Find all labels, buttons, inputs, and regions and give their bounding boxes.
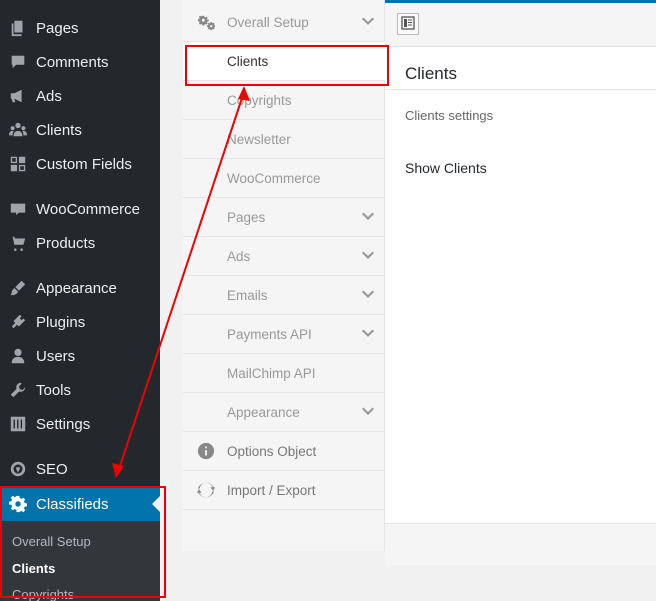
pages-icon [0,19,36,37]
tab-label: WooCommerce [227,170,321,186]
tab-clients[interactable]: Clients [183,42,385,81]
submenu-item-overall-setup[interactable]: Overall Setup [12,534,91,549]
cart-icon [0,234,36,252]
submenu-item-copyrights[interactable]: Copyrights [12,587,74,601]
sidebar-item-label: Clients [36,121,82,139]
sidebar-item-label: Tools [36,381,72,399]
sidebar-item-tools[interactable]: Tools [0,373,160,407]
sidebar-item-seo[interactable]: SEO [0,452,160,486]
tab-appearance[interactable]: Appearance [183,393,385,432]
megaphone-icon [0,87,36,105]
tab-label: Options Object [227,443,317,459]
tab-label: MailChimp API [227,365,316,381]
tab-newsletter[interactable]: Newsletter [183,120,385,159]
tab-mailchimp-api[interactable]: MailChimp API [183,354,385,393]
sidebar-item-pages[interactable]: Pages [0,11,160,45]
sidebar-item-label: Plugins [36,313,86,331]
wrench-icon [0,381,36,399]
submenu-item-clients[interactable]: Clients [12,561,55,576]
tab-options-object[interactable]: Options Object [183,432,385,471]
groups-icon [0,121,36,139]
user-icon [0,347,36,365]
tab-label: Ads [227,248,251,264]
chevron-down-icon [361,405,375,419]
tab-label: Pages [227,209,266,225]
admin-sidebar: Pages Comments Ads Clients Custom Fields… [0,0,160,601]
sidebar-item-classifieds[interactable]: Classifieds [0,487,160,521]
divider [385,89,656,90]
grid-icon [0,155,36,173]
sidebar-item-ads[interactable]: Ads [0,79,160,113]
sidebar-item-label: Classifieds [36,495,109,513]
sidebar-item-custom-fields[interactable]: Custom Fields [0,147,160,181]
content-footer [385,523,656,565]
sidebar-item-label: Appearance [36,279,117,297]
sidebar-item-label: Ads [36,87,62,105]
sidebar-item-comments[interactable]: Comments [0,45,160,79]
tab-label: Import / Export [227,482,316,498]
chevron-down-icon [361,249,375,263]
sidebar-item-label: Settings [36,415,91,433]
info-icon [196,441,216,461]
content-toolbar [385,3,656,47]
gear-icon [0,495,36,513]
section-title: Clients [405,64,457,83]
sidebar-item-label: Custom Fields [36,155,132,173]
sidebar-item-label: SEO [36,460,68,478]
options-tabs-panel: Overall Setup Clients Copyrights Newslet… [183,0,385,551]
sidebar-item-label: WooCommerce [36,200,140,218]
sidebar-item-clients[interactable]: Clients [0,113,160,147]
tab-label: Copyrights [227,92,292,108]
chevron-down-icon [361,15,375,29]
section-description: Clients settings [405,108,494,123]
tab-label: Newsletter [227,131,291,147]
sidebar-item-plugins[interactable]: Plugins [0,305,160,339]
tab-label: Payments API [227,326,312,342]
tab-payments-api[interactable]: Payments API [183,315,385,354]
sidebar-item-label: Comments [36,53,109,71]
plugin-icon [0,313,36,331]
sidebar-item-products[interactable]: Products [0,226,160,260]
tab-label: Overall Setup [227,14,309,30]
tab-label: Appearance [227,404,300,420]
comments-icon [0,53,36,71]
sidebar-item-woocommerce[interactable]: WooCommerce [0,192,160,226]
gears-icon [196,12,216,32]
sidebar-item-label: Users [36,347,76,365]
sidebar-item-appearance[interactable]: Appearance [0,271,160,305]
layout-toggle-button[interactable] [397,13,419,35]
woocommerce-icon [0,200,36,218]
sidebar-item-settings[interactable]: Settings [0,407,160,441]
tab-label: Clients [227,53,269,69]
tab-import-export[interactable]: Import / Export [183,471,385,510]
show-clients-label: Show Clients [405,160,487,176]
tab-pages[interactable]: Pages [183,198,385,237]
tab-copyrights[interactable]: Copyrights [183,81,385,120]
brush-icon [0,279,36,297]
sidebar-item-label: Products [36,234,96,252]
refresh-icon [196,480,216,500]
tab-label: Emails [227,287,268,303]
sidebar-item-label: Pages [36,19,79,37]
seo-icon [0,460,36,478]
chevron-down-icon [361,210,375,224]
tab-ads[interactable]: Ads [183,237,385,276]
classifieds-submenu: Overall Setup Clients Copyrights [0,521,160,601]
sliders-icon [0,415,36,433]
chevron-down-icon [361,288,375,302]
chevron-down-icon [361,327,375,341]
sidebar-item-users[interactable]: Users [0,339,160,373]
tab-emails[interactable]: Emails [183,276,385,315]
tab-overall-setup[interactable]: Overall Setup [183,3,385,42]
layout-icon [401,15,415,34]
options-content: Clients Clients settings Show Clients [385,0,656,551]
tab-woocommerce[interactable]: WooCommerce [183,159,385,198]
